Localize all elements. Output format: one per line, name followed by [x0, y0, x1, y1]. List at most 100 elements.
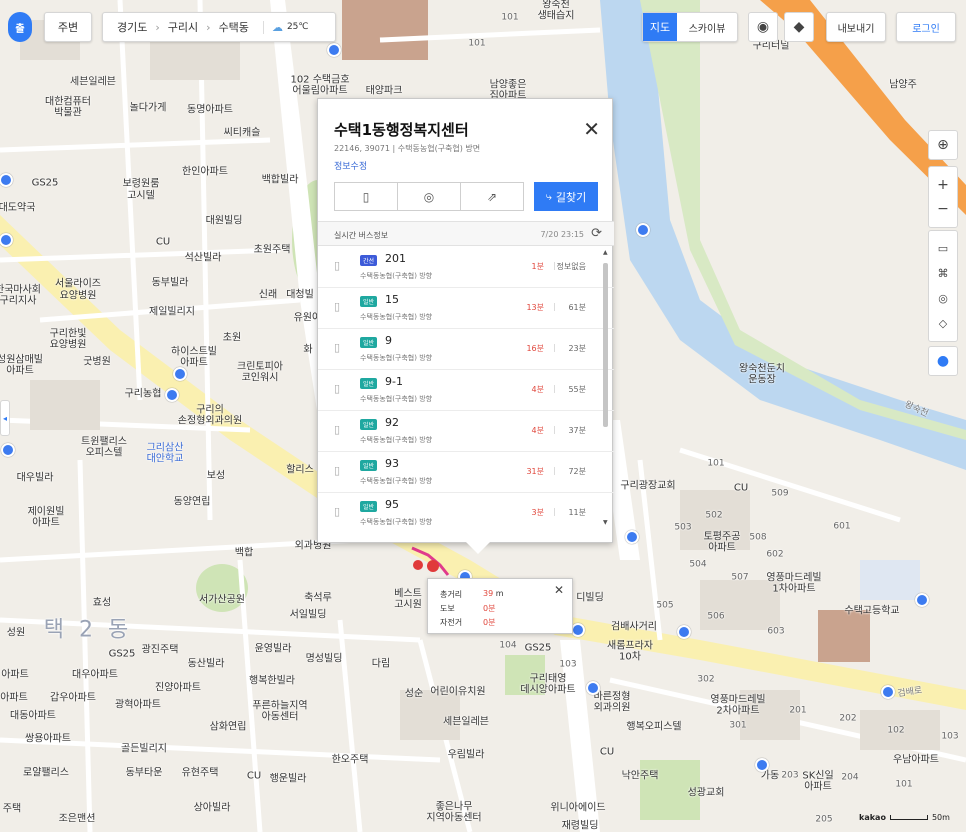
export-button[interactable]: 내보내기	[826, 12, 886, 42]
map-label[interactable]: 동부타운	[126, 768, 163, 779]
map-label[interactable]: 유현주택	[182, 768, 219, 779]
bus-stop-icon[interactable]	[571, 623, 585, 637]
map-label[interactable]: 운동장	[748, 375, 776, 386]
map-label[interactable]: 요양병원	[60, 291, 97, 302]
map-label[interactable]: 아파트	[6, 366, 34, 377]
map-label[interactable]: 성원	[7, 628, 25, 639]
map-label[interactable]: 바른정형	[594, 692, 631, 703]
map-label[interactable]: 초원주택	[254, 245, 291, 256]
bus-row[interactable]: ▯ 간선 201 수택동농협(구축협) 방향 1분 | 정보없음	[318, 247, 614, 288]
login-button[interactable]: 로그인	[896, 12, 956, 42]
map-label[interactable]: 하이스트빌	[171, 347, 217, 358]
map-label[interactable]: 주택	[3, 804, 21, 815]
map-label[interactable]: 행운빌라	[270, 774, 307, 785]
map-label[interactable]: 조은맨션	[59, 814, 96, 825]
edit-info-link[interactable]: 정보수정	[334, 159, 367, 172]
map-label[interactable]: 윤영빌라	[255, 644, 292, 655]
map-label[interactable]: 삼화연립	[210, 722, 247, 733]
area-icon[interactable]: ⌘	[938, 267, 949, 280]
map-label[interactable]: 왕숙천	[542, 0, 570, 11]
ruler-icon[interactable]: ▭	[938, 242, 948, 255]
bus-stop-icon[interactable]	[881, 685, 895, 699]
map-label[interactable]: 구리의	[196, 405, 224, 416]
map-label[interactable]: 검배사거리	[611, 622, 657, 633]
map-label[interactable]: 한국마사회	[0, 285, 41, 296]
zoom-in-icon[interactable]: +	[937, 177, 949, 193]
map-label[interactable]: 효성	[93, 598, 111, 609]
map-label[interactable]: GS25	[525, 643, 552, 654]
map-label[interactable]: 다림	[372, 659, 390, 670]
map-label[interactable]: 대청빌	[286, 290, 314, 301]
map-label[interactable]: 씨티캐슬	[224, 128, 261, 139]
map-label[interactable]: 초원	[223, 333, 241, 344]
map-label[interactable]: 가동	[761, 771, 779, 782]
map-label[interactable]: 재령빌딩	[562, 821, 599, 832]
map-label[interactable]: 낙안주택	[622, 771, 659, 782]
map-label[interactable]: 구리터널	[753, 41, 790, 52]
map-label[interactable]: 어린이유치원	[430, 687, 485, 698]
map-label[interactable]: 영풍마드레빌	[710, 695, 765, 706]
bookmark-icon[interactable]: ▯	[334, 464, 340, 477]
map-label[interactable]: 놀다가게	[130, 103, 167, 114]
map-label[interactable]: 남양주	[889, 80, 917, 91]
map-label[interactable]: 보성	[207, 471, 225, 482]
map-label[interactable]: 영풍마드레빌	[766, 573, 821, 584]
end-marker[interactable]	[427, 560, 439, 572]
map-label[interactable]: 성순	[405, 689, 423, 700]
map-label[interactable]: GS25	[109, 649, 136, 660]
map-label[interactable]: SK신일	[802, 771, 833, 782]
place-pin-icon[interactable]: ●	[928, 346, 958, 376]
map-label[interactable]: 어울림아파트	[292, 86, 347, 97]
map-label[interactable]: 베스트	[394, 589, 422, 600]
bookmark-icon[interactable]: ▯	[334, 259, 340, 272]
bus-row[interactable]: ▯ 일반 9 수택동농협(구축협) 방향 16분 | 23분	[318, 329, 614, 370]
map-label[interactable]: 서울라이즈	[55, 279, 101, 290]
map-label[interactable]: 대도약국	[0, 203, 35, 214]
map-label[interactable]: 골든빌리지	[121, 744, 167, 755]
bus-row[interactable]: ▯ 일반 15 수택동농협(구축협) 방향 13분 | 61분	[318, 288, 614, 329]
map-label[interactable]: 2차아파트	[716, 706, 759, 717]
map-label[interactable]: 광진주택	[142, 645, 179, 656]
gps-icon[interactable]: ⊕	[928, 130, 958, 160]
eraser-icon[interactable]: ◇	[939, 317, 947, 330]
bus-row[interactable]: ▯ 일반 95 수택동농협(구축협) 방향 3분 | 11분	[318, 493, 614, 530]
bookmark-icon[interactable]: ▯	[334, 341, 340, 354]
map-label[interactable]: 제일빌리지	[149, 307, 195, 318]
scrollbar[interactable]	[603, 263, 608, 427]
scroll-down-icon[interactable]: ▼	[603, 519, 608, 526]
bus-stop-icon[interactable]	[915, 593, 929, 607]
breadcrumb-dong[interactable]: 수택동	[219, 19, 249, 35]
route-button[interactable]: ⤷ 길찾기	[534, 182, 598, 211]
map-label[interactable]: 대우아파트	[72, 670, 118, 681]
map-label[interactable]: 동명아파트	[187, 105, 233, 116]
nearby-button[interactable]: 주변	[44, 12, 92, 42]
pin-icon[interactable]: 출	[8, 12, 32, 42]
map-label[interactable]: 구리한빛	[50, 329, 87, 340]
map-label[interactable]: 좋은나무	[436, 802, 473, 813]
map-label[interactable]: 동부빌라	[152, 278, 189, 289]
bookmark-icon[interactable]: ▯	[334, 300, 340, 313]
map-label[interactable]: 제이원빌	[28, 507, 65, 518]
bus-stop-icon[interactable]	[586, 681, 600, 695]
map-label[interactable]: CU	[734, 483, 748, 494]
school-label-1[interactable]: 그리삼산	[147, 443, 184, 454]
map-label[interactable]: 수택고등학교	[844, 606, 899, 617]
map-label[interactable]: 아파트	[32, 518, 60, 529]
breadcrumb-province[interactable]: 경기도	[117, 19, 147, 35]
location-icon[interactable]: ◉	[748, 12, 778, 42]
map-label[interactable]: 보령원룸	[123, 179, 160, 190]
map-label[interactable]: 성원삼매빌	[0, 355, 43, 366]
bus-row[interactable]: ▯ 일반 92 수택동농협(구축협) 방향 4분 | 37분	[318, 411, 614, 452]
map-label[interactable]: 아동센터	[262, 712, 299, 723]
map-label[interactable]: 남양좋은	[490, 80, 527, 91]
map-label[interactable]: 코인워시	[242, 373, 279, 384]
map-label[interactable]: 백합빌라	[262, 175, 299, 186]
bus-stop-icon[interactable]	[327, 43, 341, 57]
map-label[interactable]: 외과의원	[594, 703, 631, 714]
map-label[interactable]: 102 수택금호	[290, 75, 349, 86]
map-label[interactable]: 디빌딩	[576, 593, 604, 604]
map-label[interactable]: 태양파크	[366, 86, 403, 97]
map-label[interactable]: 1차아파트	[772, 584, 815, 595]
map-label[interactable]: 구리광장교회	[620, 481, 675, 492]
map-label[interactable]: 동양연립	[174, 497, 211, 508]
